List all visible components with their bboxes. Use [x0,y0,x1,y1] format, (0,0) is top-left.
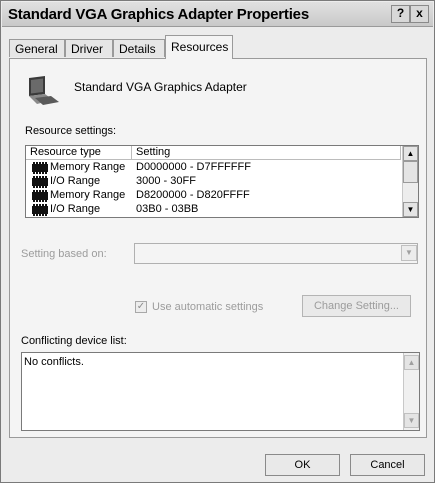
resource-type: Memory Range [50,189,126,201]
resource-type: Memory Range [50,161,126,173]
resource-setting: 03B0 - 03BB [136,203,199,215]
tab-label: General [15,42,58,56]
chip-icon [32,162,48,174]
device-name: Standard VGA Graphics Adapter [74,80,247,94]
chip-icon [32,190,48,202]
conflict-list-scrollbar[interactable]: ▲ ▼ [403,353,419,430]
tab-resources[interactable]: Resources [165,35,233,59]
column-header-setting[interactable]: Setting [132,146,401,160]
resource-row[interactable]: Memory Range D8200000 - D820FFFF [26,189,418,203]
properties-dialog: Standard VGA Graphics Adapter Properties… [0,0,435,483]
tab-label: Details [119,42,156,56]
close-button[interactable]: x [410,5,429,23]
ok-button[interactable]: OK [265,454,340,476]
scroll-down-arrow-icon[interactable]: ▼ [404,413,419,428]
conflicting-device-list[interactable]: No conflicts. ▲ ▼ [21,352,420,431]
resources-panel: Standard VGA Graphics Adapter Resource s… [9,58,427,438]
setting-based-on-dropdown[interactable]: ▼ [134,243,418,264]
resource-setting: D8200000 - D820FFFF [136,189,250,201]
resource-type: I/O Range [50,175,101,187]
resource-row[interactable]: I/O Range 03B0 - 03BB [26,203,418,217]
use-automatic-settings-label: Use automatic settings [152,301,264,313]
column-label: Resource type [30,146,101,158]
setting-based-on-label: Setting based on: [21,248,107,260]
resource-settings-list[interactable]: Resource type Setting Memory Range D0000… [25,145,419,218]
window-title: Standard VGA Graphics Adapter Properties [8,6,309,23]
tab-label: Driver [71,42,103,56]
resource-row[interactable]: Memory Range D0000000 - D7FFFFFF [26,161,418,175]
scroll-down-arrow-icon[interactable]: ▼ [403,202,418,217]
tab-general[interactable]: General [9,39,65,57]
tab-driver[interactable]: Driver [65,39,113,57]
title-bar[interactable]: Standard VGA Graphics Adapter Properties… [2,2,433,27]
resource-row[interactable]: I/O Range 3000 - 30FF [26,175,418,189]
monitor-icon [29,76,59,105]
chip-icon [32,204,48,216]
use-automatic-settings-checkbox[interactable]: ✓ [135,301,147,313]
help-button[interactable]: ? [391,5,410,23]
resource-type: I/O Range [50,203,101,215]
chevron-down-icon[interactable]: ▼ [401,245,417,261]
cancel-button[interactable]: Cancel [350,454,425,476]
resource-setting: 3000 - 30FF [136,175,196,187]
tab-details[interactable]: Details [113,39,165,57]
chip-icon [32,176,48,188]
resource-setting: D0000000 - D7FFFFFF [136,161,251,173]
column-label: Setting [136,146,171,158]
scroll-up-arrow-icon[interactable]: ▲ [404,355,419,370]
scroll-up-arrow-icon[interactable]: ▲ [403,146,418,161]
resource-settings-label: Resource settings: [25,125,117,137]
column-header-resource-type[interactable]: Resource type [26,146,132,160]
conflicting-device-list-label: Conflicting device list: [21,335,127,347]
tab-label: Resources [171,40,229,54]
scroll-thumb[interactable] [403,161,418,183]
change-setting-button[interactable]: Change Setting... [302,295,411,317]
conflicts-text: No conflicts. [24,356,84,368]
resource-list-scrollbar[interactable]: ▲ ▼ [402,146,418,217]
